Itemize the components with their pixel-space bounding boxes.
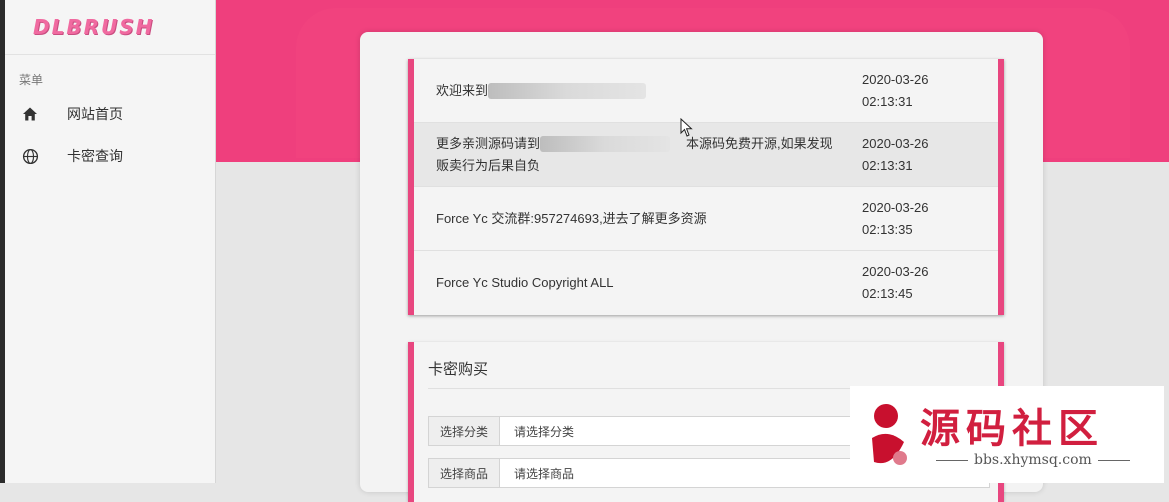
watermark-title: 源码社区	[920, 405, 1104, 452]
notice-date: 2020-03-26	[862, 263, 929, 279]
purchase-title: 卡密购买	[428, 358, 968, 389]
notice-row: 更多亲测源码请到 本源码免费开源,如果发现贩卖行为后果自负 2020-03-26 …	[414, 123, 998, 187]
site-logo-text: DLBRUSH	[33, 15, 155, 39]
notice-panel: 欢迎来到 2020-03-26 02:13:31 更多亲测源码请到 本源码免费开源…	[408, 59, 1004, 315]
notice-date: 2020-03-26	[862, 135, 929, 151]
redacted-blur	[540, 136, 671, 153]
notice-row: Force Yc 交流群:957274693,进去了解更多资源 2020-03-…	[414, 187, 998, 251]
category-select-label: 选择分类	[429, 417, 500, 445]
notice-clock: 02:13:31	[862, 157, 913, 173]
notice-time: 2020-03-26 02:13:31	[862, 69, 929, 113]
notice-date: 2020-03-26	[862, 199, 929, 215]
notice-text-part: 欢迎来到	[436, 82, 489, 98]
sidebar-item-home[interactable]: 网站首页	[5, 93, 215, 135]
menu-label: 菜单	[19, 73, 44, 87]
sidebar: DLBRUSH 菜单 网站首页 卡密查询	[5, 0, 216, 483]
sidebar-item-card-query[interactable]: 卡密查询	[5, 135, 215, 177]
mouse-cursor-icon	[680, 118, 693, 137]
sidebar-item-label: 卡密查询	[67, 148, 123, 164]
sidebar-item-label: 网站首页	[67, 106, 123, 122]
notice-time: 2020-03-26 02:13:35	[862, 197, 929, 241]
notice-text: Force Yc 交流群:957274693,进去了解更多资源	[436, 210, 707, 226]
watermark: 源码社区 bbs.xhymsq.com	[850, 386, 1164, 483]
globe-icon	[21, 147, 39, 165]
site-logo[interactable]: DLBRUSH	[5, 0, 215, 55]
notice-time: 2020-03-26 02:13:45	[862, 261, 929, 305]
notice-date: 2020-03-26	[862, 71, 929, 87]
notice-text-part: 更多亲测源码请到	[436, 135, 541, 151]
notice-row: Force Yc Studio Copyright ALL 2020-03-26…	[414, 251, 998, 314]
notice-text: 欢迎来到	[436, 80, 844, 102]
notice-text: Force Yc Studio Copyright ALL	[436, 274, 614, 290]
notice-text: 更多亲测源码请到 本源码免费开源,如果发现贩卖行为后果自负	[436, 133, 844, 177]
notice-row: 欢迎来到 2020-03-26 02:13:31	[414, 59, 998, 123]
watermark-url: bbs.xhymsq.com	[930, 452, 1136, 468]
notice-clock: 02:13:35	[862, 221, 913, 237]
notice-time: 2020-03-26 02:13:31	[862, 133, 929, 177]
redacted-blur	[488, 83, 647, 100]
watermark-logo-icon	[872, 404, 907, 465]
home-icon	[21, 105, 39, 123]
notice-clock: 02:13:31	[862, 93, 913, 109]
notice-clock: 02:13:45	[862, 285, 913, 301]
category-select-value: 请选择分类	[514, 424, 575, 439]
